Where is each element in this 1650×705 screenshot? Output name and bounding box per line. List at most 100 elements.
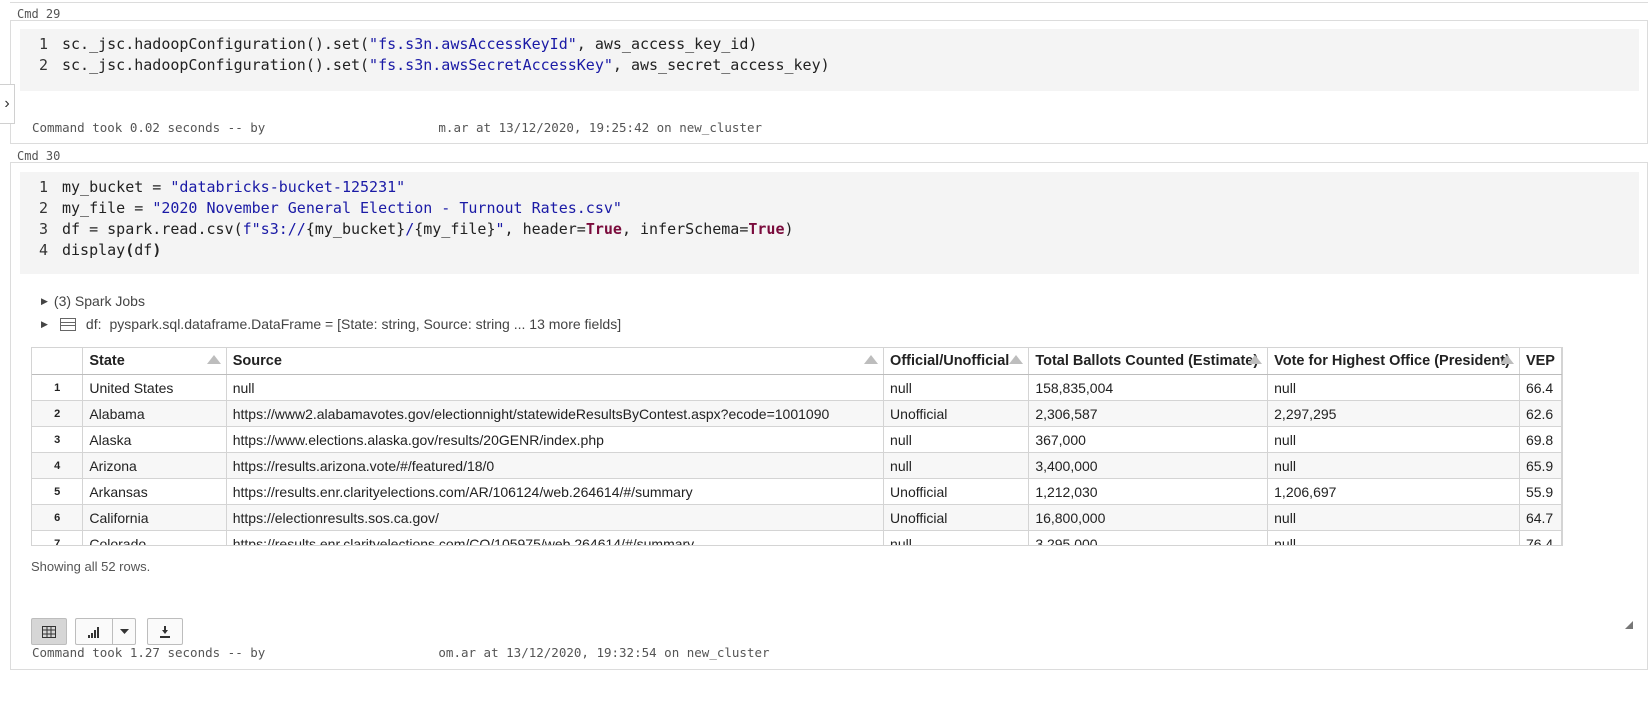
- table-cell: https://results.enr.clarityelections.com…: [226, 478, 885, 505]
- sort-icon[interactable]: [1009, 355, 1024, 364]
- sort-icon[interactable]: [1499, 355, 1514, 364]
- table-cell: Colorado: [82, 530, 227, 545]
- chart-options-dropdown[interactable]: [112, 618, 136, 645]
- triangle-right-icon: ▶: [41, 295, 48, 306]
- line-number: 2: [38, 56, 48, 74]
- code-line: 3 df = spark.read.csv(f"s3://{my_bucket} /…: [20, 219, 1639, 240]
- cmd-29-label: Cmd 29: [17, 7, 61, 21]
- column-header[interactable]: Total Ballots Counted (Estimate): [1028, 348, 1269, 375]
- table-row[interactable]: 5 Arkansas https://results.enr.clarityelec…: [32, 478, 1562, 505]
- table-cell: California: [82, 504, 227, 531]
- code-token: "fs.s3n.awsAccessKeyId": [369, 35, 577, 53]
- redacted-user: xxxxxxxxxxxxxxxxxxxxxx: [273, 120, 439, 135]
- table-cell: 16,800,000: [1028, 504, 1269, 531]
- column-header[interactable]: State: [82, 348, 227, 375]
- code-token: ": [495, 220, 505, 238]
- column-header-label: Official/Unofficial: [890, 353, 1010, 369]
- caret-down-icon: [119, 628, 129, 634]
- resize-handle-icon[interactable]: [1625, 621, 1633, 629]
- table-icon: [42, 625, 56, 638]
- table-cell: Arizona: [82, 452, 227, 479]
- code-token: True: [585, 220, 622, 238]
- spark-jobs-toggle[interactable]: ▶ (3) Spark Jobs: [41, 293, 145, 309]
- code-line: 1 my_bucket = "databricks-bucket-125231": [20, 177, 1639, 198]
- code-token: /: [405, 220, 415, 238]
- line-number: 4: [38, 241, 48, 259]
- table-cell: https://results.enr.clarityelections.com…: [226, 530, 885, 545]
- table-row[interactable]: 2 Alabama https://www2.alabamavotes.gov/el…: [32, 400, 1562, 427]
- table-cell: 66.4: [1519, 374, 1562, 401]
- code-token: , inferSchema=: [621, 220, 749, 238]
- table-cell: null: [883, 452, 1030, 479]
- table-cell: 76.4: [1519, 530, 1562, 545]
- code-token: , aws_secret_access_key): [612, 56, 830, 74]
- row-index: 5: [32, 478, 84, 505]
- code-token: f"s3://: [242, 220, 306, 238]
- row-index: 6: [32, 504, 84, 531]
- column-header[interactable]: Source: [226, 348, 885, 375]
- sort-icon[interactable]: [1248, 355, 1263, 364]
- code-token: my_file =: [62, 199, 153, 217]
- column-header[interactable]: VEP: [1519, 348, 1562, 375]
- table-cell: null: [1267, 374, 1520, 401]
- redacted-user: xxxxxxxxxxxxxxxxxxxxxx: [273, 645, 439, 660]
- code-editor[interactable]: 1 sc._jsc.hadoopConfiguration().set("fs.s…: [20, 29, 1639, 91]
- code-token: "2020 November General Election - Turnou…: [152, 199, 622, 217]
- table-cell: https://results.arizona.vote/#/featured/…: [226, 452, 885, 479]
- code-token: "fs.s3n.awsSecretAccessKey": [369, 56, 613, 74]
- table-cell: null: [1267, 452, 1520, 479]
- sort-icon[interactable]: [864, 355, 879, 364]
- results-table[interactable]: State Source Official/Unofficial Total Ball…: [31, 347, 1563, 546]
- row-index: 3: [32, 426, 84, 453]
- column-header-label: VEP: [1525, 353, 1555, 369]
- command-footer: Command took 0.02 seconds -- by xxxxxxxx…: [32, 120, 762, 135]
- cell-cmd-30[interactable]: 1 my_bucket = "databricks-bucket-125231" 2…: [10, 162, 1648, 670]
- table-row[interactable]: 6 California https://electionresults.sos.c…: [32, 504, 1562, 531]
- row-count-text: Showing all 52 rows.: [31, 559, 151, 574]
- table-icon: [59, 317, 76, 331]
- column-header-label: State: [89, 353, 125, 369]
- table-cell: null: [883, 530, 1030, 545]
- table-cell: 1,212,030: [1028, 478, 1269, 505]
- code-line: 2 my_file = "2020 November General Electi…: [20, 198, 1639, 219]
- table-row[interactable]: 7 Colorado https://results.enr.clarityelec…: [32, 530, 1562, 545]
- code-token: , aws_access_key_id): [576, 35, 758, 53]
- table-cell: 2,297,295: [1267, 400, 1520, 427]
- table-row[interactable]: 4 Arizona https://results.arizona.vote/#/f…: [32, 452, 1562, 479]
- table-row[interactable]: 1 United States null null 158,835,004 null 66.…: [32, 374, 1562, 401]
- row-index-header: [32, 348, 84, 375]
- code-line: 1 sc._jsc.hadoopConfiguration().set("fs.s…: [20, 34, 1639, 55]
- code-editor[interactable]: 1 my_bucket = "databricks-bucket-125231" 2…: [20, 172, 1639, 274]
- row-index: 7: [32, 530, 84, 545]
- command-footer: Command took 1.27 seconds -- by xxxxxxxx…: [32, 645, 770, 660]
- bar-chart-icon: [88, 626, 99, 638]
- table-cell: 3,400,000: [1028, 452, 1269, 479]
- column-header[interactable]: Official/Unofficial: [883, 348, 1030, 375]
- code-token: df = spark.read.csv(: [62, 220, 243, 238]
- table-view-button[interactable]: [31, 618, 67, 645]
- triangle-right-icon: ▶: [41, 318, 48, 329]
- table-cell: Alabama: [82, 400, 227, 427]
- table-row[interactable]: 3 Alaska https://www.elections.alaska.gov/…: [32, 426, 1562, 453]
- code-token: (: [125, 241, 135, 259]
- table-cell: null: [1267, 530, 1520, 545]
- column-header-label: Total Ballots Counted (Estimate): [1035, 353, 1259, 369]
- table-cell: 1,206,697: [1267, 478, 1520, 505]
- row-index: 2: [32, 400, 84, 427]
- cell-cmd-29[interactable]: 1 sc._jsc.hadoopConfiguration().set("fs.s…: [10, 20, 1648, 144]
- sort-icon[interactable]: [206, 355, 221, 364]
- table-cell: null: [226, 374, 885, 401]
- code-token: True: [748, 220, 785, 238]
- download-button[interactable]: [147, 618, 183, 645]
- table-cell: 2,306,587: [1028, 400, 1269, 427]
- table-cell: Unofficial: [883, 400, 1030, 427]
- chevron-right-icon[interactable]: ›: [0, 84, 15, 124]
- chart-view-button[interactable]: [75, 618, 112, 645]
- code-token: {my_bucket}: [305, 220, 406, 238]
- column-header[interactable]: Vote for Highest Office (President): [1267, 348, 1520, 375]
- df-schema-toggle[interactable]: ▶ df: pyspark.sql.dataframe.DataFrame = …: [41, 316, 621, 332]
- table-cell: null: [883, 426, 1030, 453]
- table-cell: Unofficial: [883, 478, 1030, 505]
- code-token: "databricks-bucket-125231": [170, 178, 406, 196]
- row-index: 4: [32, 452, 84, 479]
